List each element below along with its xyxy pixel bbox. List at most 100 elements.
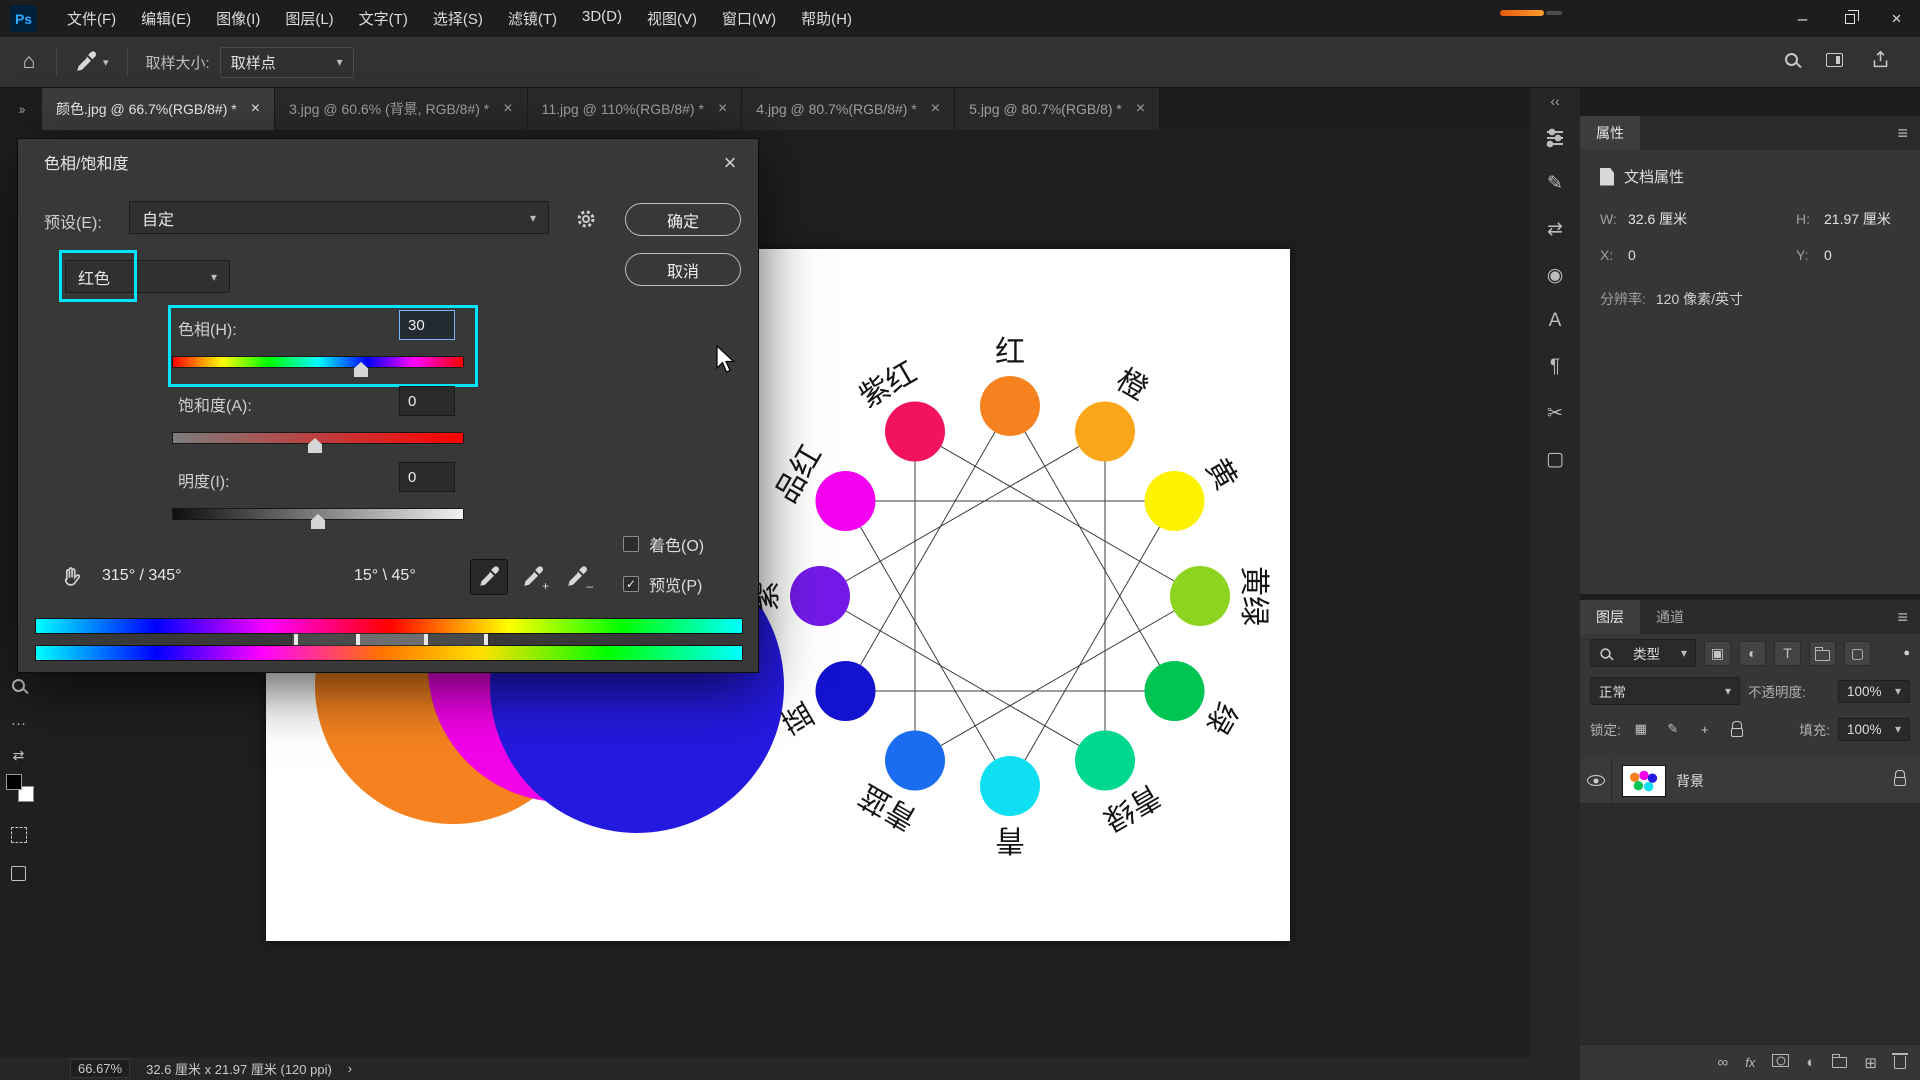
new-adjustment-layer-icon[interactable]: ◐ — [1806, 1054, 1815, 1071]
add-mask-icon[interactable] — [1772, 1054, 1790, 1071]
styles-panel-icon[interactable]: ✎ — [1530, 160, 1580, 206]
lock-image-icon[interactable]: ✎ — [1661, 718, 1685, 740]
menubar-item[interactable]: 编辑(E) — [137, 6, 195, 31]
paths-panel-icon[interactable]: ✂ — [1530, 390, 1580, 436]
filter-type-layers-icon[interactable]: T — [1774, 640, 1801, 666]
eyedropper-sample-button[interactable] — [470, 559, 508, 595]
colorize-checkbox[interactable] — [623, 536, 639, 552]
menubar-item[interactable]: 文字(T) — [355, 6, 412, 31]
opacity-select[interactable]: 100% ▾ — [1838, 679, 1910, 703]
hue-slider[interactable] — [172, 356, 464, 368]
channel-select[interactable]: 红色 ▾ — [65, 260, 230, 293]
resolution-value[interactable]: 120 像素/英寸 — [1656, 289, 1743, 309]
tab-close-icon[interactable]: × — [251, 100, 260, 118]
document-tab[interactable]: 11.jpg @ 110%(RGB/8#) * × — [527, 88, 743, 130]
cancel-button[interactable]: 取消 — [625, 253, 741, 286]
targeted-adjustment-hand-icon[interactable] — [52, 559, 90, 595]
tab-close-icon[interactable]: × — [718, 100, 727, 118]
sample-size-select[interactable]: 取样点 ▾ — [219, 46, 354, 78]
lock-all-icon[interactable] — [1725, 718, 1749, 740]
clone-source-panel-icon[interactable]: ⇄ — [1530, 206, 1580, 252]
eyedropper-subtract-button[interactable]: – — [558, 559, 596, 595]
home-icon[interactable]: ⌂ — [14, 50, 44, 74]
layer-effects-icon[interactable]: fx — [1745, 1055, 1755, 1070]
filter-switch-icon[interactable]: ● — [1903, 647, 1910, 659]
preset-options-gear-icon[interactable] — [568, 203, 604, 235]
lock-transparency-icon[interactable]: ▦ — [1629, 718, 1653, 740]
filter-pixel-layers-icon[interactable]: ▣ — [1704, 640, 1731, 666]
eyedropper-tool-preset[interactable]: ▾ — [69, 48, 115, 76]
menubar-item[interactable]: 帮助(H) — [797, 6, 856, 31]
eyedropper-add-button[interactable]: + — [514, 559, 552, 595]
document-tab[interactable]: 3.jpg @ 60.6% (背景, RGB/8#) * × — [275, 88, 528, 130]
character-panel-icon[interactable]: A — [1530, 298, 1580, 344]
tab-close-icon[interactable]: × — [1136, 100, 1145, 118]
blend-mode-select[interactable]: 正常 ▾ — [1590, 677, 1740, 705]
adjustments-panel-icon[interactable] — [1530, 114, 1580, 160]
layer-locked-icon[interactable] — [1894, 770, 1906, 791]
document-tab[interactable]: 5.jpg @ 80.7%(RGB/8) * × — [955, 88, 1161, 130]
more-tools-icon[interactable]: ··· — [0, 708, 37, 738]
workspace-icon[interactable] — [1826, 52, 1843, 72]
menubar-item[interactable]: 窗口(W) — [718, 6, 780, 31]
tab-close-icon[interactable]: × — [931, 100, 940, 118]
menubar-item[interactable]: 图层(L) — [281, 6, 337, 31]
panel-menu-icon[interactable]: ≡ — [1897, 116, 1920, 150]
hue-saturation-dialog[interactable]: 色相/饱和度 × 预设(E): 自定 ▾ 确定 取消 红色 ▾ 色相(H): 饱… — [17, 138, 759, 673]
height-value[interactable]: 21.97 厘米 — [1824, 209, 1891, 229]
zoom-tool-icon[interactable] — [0, 670, 37, 700]
filter-smart-objects-icon[interactable]: ▢ — [1844, 640, 1871, 666]
filter-group-layers-icon[interactable] — [1809, 640, 1836, 666]
document-tab[interactable]: 颜色.jpg @ 66.7%(RGB/8#) * × — [42, 88, 276, 130]
panel-menu-icon[interactable]: ≡ — [1897, 600, 1920, 634]
foreground-background-swatches[interactable] — [6, 774, 34, 802]
layer-row-background[interactable]: 背景 — [1580, 758, 1920, 804]
minimize-button[interactable]: – — [1779, 0, 1826, 37]
layer-visibility-toggle[interactable] — [1580, 758, 1612, 803]
tab-properties[interactable]: 属性 — [1580, 116, 1640, 150]
zoom-level-field[interactable]: 66.67% — [70, 1059, 131, 1078]
menubar-item[interactable]: 视图(V) — [643, 6, 701, 31]
ok-button[interactable]: 确定 — [625, 203, 741, 236]
info-panel-icon[interactable]: ◉ — [1530, 252, 1580, 298]
preset-select[interactable]: 自定 ▾ — [129, 201, 549, 234]
tab-close-icon[interactable]: × — [503, 100, 512, 118]
preview-checkbox[interactable]: ✓ — [623, 576, 639, 592]
expand-panels-icon[interactable]: ‹‹ — [1530, 88, 1580, 114]
range-handle-inner-right[interactable] — [424, 634, 428, 645]
dialog-close-icon[interactable]: × — [716, 149, 744, 177]
filter-type-select[interactable]: 类型 ▾ — [1590, 639, 1696, 667]
range-handle-inner-left[interactable] — [356, 634, 360, 645]
tab-channels[interactable]: 通道 — [1640, 600, 1700, 634]
link-layers-icon[interactable]: ∞ — [1718, 1054, 1729, 1071]
new-layer-icon[interactable]: ⊞ — [1864, 1054, 1877, 1072]
libraries-panel-icon[interactable]: ▢ — [1530, 436, 1580, 482]
paragraph-panel-icon[interactable]: ¶ — [1530, 344, 1580, 390]
menubar-item[interactable]: 文件(F) — [63, 6, 120, 31]
lock-position-icon[interactable]: + — [1693, 718, 1717, 740]
y-value[interactable]: 0 — [1824, 247, 1832, 263]
status-options-chevron[interactable]: › — [348, 1061, 352, 1076]
range-handle-outer-left[interactable] — [294, 634, 298, 645]
swap-colors-icon[interactable]: ⇄ — [0, 740, 37, 770]
search-icon[interactable] — [1785, 53, 1798, 71]
layer-name[interactable]: 背景 — [1676, 771, 1704, 791]
marquee-tool-icon[interactable] — [0, 820, 37, 850]
hue-range-track[interactable] — [291, 633, 489, 646]
menubar-item[interactable]: 滤镜(T) — [504, 6, 561, 31]
menubar-item[interactable]: 选择(S) — [429, 6, 487, 31]
tab-layers[interactable]: 图层 — [1580, 600, 1640, 634]
x-value[interactable]: 0 — [1628, 247, 1796, 263]
range-handle-outer-right[interactable] — [484, 634, 488, 645]
foreground-color-swatch[interactable] — [6, 774, 22, 790]
toolbar-collapse-icon[interactable]: ›› — [0, 88, 42, 130]
restore-button[interactable] — [1826, 0, 1873, 37]
share-icon[interactable] — [1871, 50, 1890, 74]
width-value[interactable]: 32.6 厘米 — [1628, 209, 1796, 229]
menubar-item[interactable]: 3D(D) — [578, 6, 626, 31]
lightness-input[interactable] — [399, 462, 455, 492]
close-window-button[interactable]: × — [1873, 0, 1920, 37]
hue-input[interactable] — [399, 310, 455, 340]
delete-layer-icon[interactable] — [1892, 1052, 1908, 1073]
new-group-icon[interactable] — [1832, 1053, 1848, 1072]
